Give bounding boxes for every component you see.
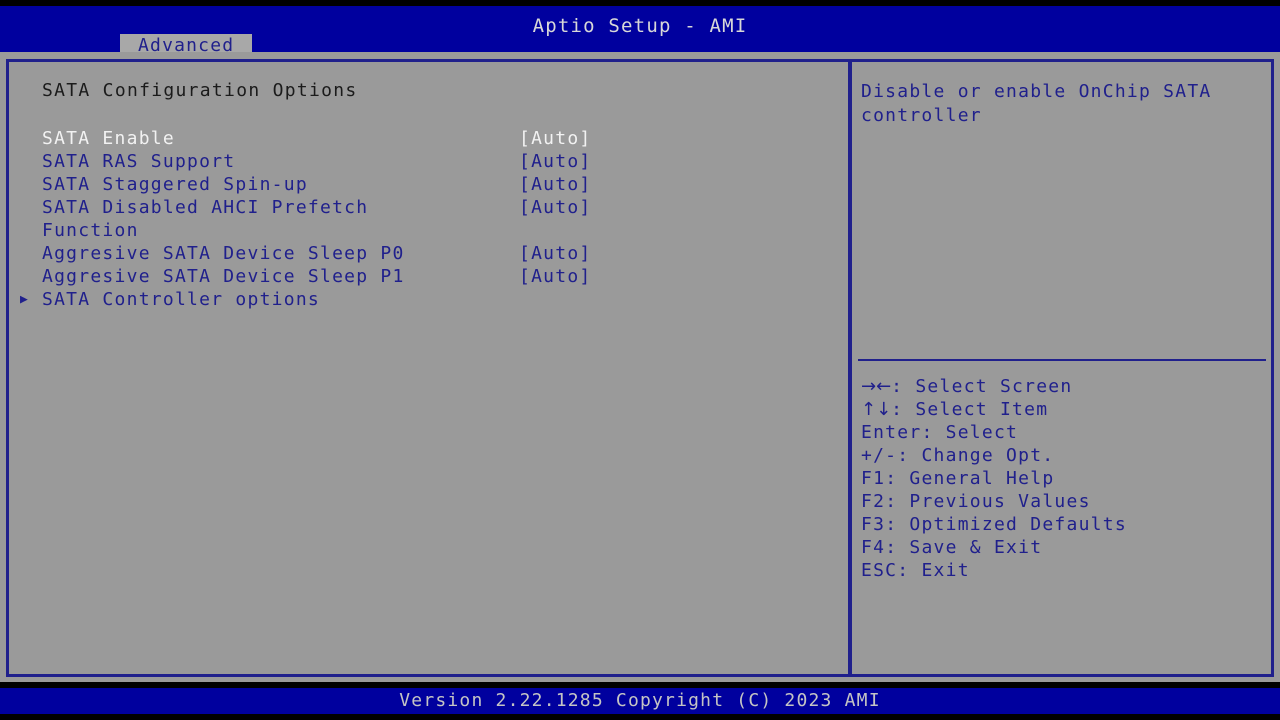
legend-row: →←: Select Screen [861,375,1269,398]
options-panel: SATA Configuration Options SATA Enable [A… [6,59,851,677]
option-label: SATA Enable [42,128,175,149]
bios-setup-screen: Aptio Setup - AMI Advanced SATA Configur… [0,0,1280,720]
legend-key: F1 [861,468,886,489]
legend-row: F4: Save & Exit [861,536,1269,559]
option-row[interactable]: Aggresive SATA Device Sleep P0 [Auto] [9,242,848,265]
footer-bar: Version 2.22.1285 Copyright (C) 2023 AMI [0,688,1280,714]
option-label: SATA Staggered Spin-up [42,174,308,195]
legend-key: F3 [861,514,886,535]
legend-key: F2 [861,491,886,512]
legend-key: ↑↓ [861,399,892,420]
options-list: SATA Enable [Auto] SATA RAS Support [Auto] S… [9,127,848,311]
header-bar: Aptio Setup - AMI Advanced [0,6,1280,58]
option-label: Function [42,220,139,241]
legend-action: : Previous Values [885,491,1091,512]
option-value[interactable]: [Auto] [519,196,592,219]
option-label: SATA Controller options [42,289,320,310]
legend-key: F4 [861,537,886,558]
legend-action: : Exit [897,560,970,581]
option-row[interactable]: Aggresive SATA Device Sleep P1 [Auto] [9,265,848,288]
option-row[interactable]: SATA Staggered Spin-up [Auto] [9,173,848,196]
help-divider [858,359,1266,361]
legend-action: : Change Opt. [897,445,1055,466]
legend-row: ↑↓: Select Item [861,398,1269,421]
legend-row: F1: General Help [861,467,1269,490]
legend-row: Enter: Select [861,421,1269,444]
legend-action: : Optimized Defaults [885,514,1127,535]
legend-key: +/- [861,445,898,466]
legend-action: : Select Screen [891,376,1073,397]
page-title: SATA Configuration Options [42,80,358,101]
option-label: Aggresive SATA Device Sleep P1 [42,266,405,287]
legend-row: ESC: Exit [861,559,1269,582]
option-value[interactable]: [Auto] [519,150,592,173]
option-value[interactable]: [Auto] [519,127,592,150]
legend-action: : General Help [885,468,1055,489]
legend-row: +/-: Change Opt. [861,444,1269,467]
option-row[interactable]: Function [9,219,848,242]
legend-action: : Select Item [891,399,1049,420]
help-panel: Disable or enable OnChip SATA controller… [849,59,1274,677]
option-row[interactable]: SATA Enable [Auto] [9,127,848,150]
option-value[interactable]: [Auto] [519,173,592,196]
option-label: Aggresive SATA Device Sleep P0 [42,243,405,264]
legend-row: F3: Optimized Defaults [861,513,1269,536]
option-value[interactable]: [Auto] [519,242,592,265]
option-row[interactable]: SATA Disabled AHCI Prefetch [Auto] [9,196,848,219]
legend-action: : Select [921,422,1019,443]
body-area: SATA Configuration Options SATA Enable [A… [0,52,1280,682]
help-description: Disable or enable OnChip SATA controller [861,81,1212,126]
legend-action: : Save & Exit [885,537,1043,558]
key-legend-list: →←: Select Screen ↑↓: Select Item Enter: S… [861,375,1269,582]
legend-key: →← [861,376,892,397]
legend-row: F2: Previous Values [861,490,1269,513]
option-value[interactable]: [Auto] [519,265,592,288]
version-copyright: Version 2.22.1285 Copyright (C) 2023 AMI [399,690,881,711]
option-row[interactable]: SATA RAS Support [Auto] [9,150,848,173]
option-label: SATA RAS Support [42,151,236,172]
bottom-black-strip [0,714,1280,720]
legend-key: ESC [861,560,898,581]
option-label: SATA Disabled AHCI Prefetch [42,197,369,218]
submenu-arrow-icon: ▶ [20,292,28,307]
legend-key: Enter [861,422,922,443]
submenu-row[interactable]: ▶ SATA Controller options [9,288,848,311]
